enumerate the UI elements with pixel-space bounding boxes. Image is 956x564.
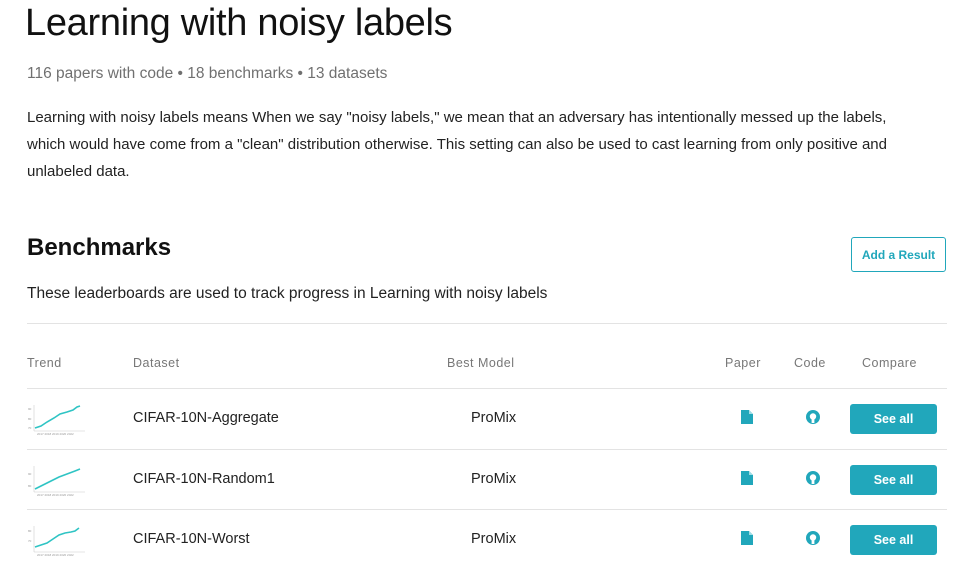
paper-icon[interactable] (740, 470, 754, 486)
page-meta: 116 papers with code • 18 benchmarks • 1… (27, 65, 388, 82)
trend-sparkline[interactable]: 90 80 2017 2018 2019 2020 2022 (27, 463, 87, 497)
svg-text:80: 80 (28, 529, 32, 533)
svg-text:2017 2018 2019 2020 2022: 2017 2018 2019 2020 2022 (37, 432, 74, 436)
github-icon[interactable] (805, 409, 821, 425)
trend-sparkline[interactable]: 90 80 70 2017 2018 2019 2020 2022 (27, 402, 87, 436)
svg-text:2017 2018 2019 2020 2022: 2017 2018 2019 2020 2022 (37, 493, 74, 497)
dataset-name[interactable]: CIFAR-10N-Random1 (133, 471, 275, 487)
svg-text:90: 90 (28, 407, 32, 411)
column-header-trend: Trend (27, 356, 62, 370)
svg-text:2017 2018 2019 2020 2022: 2017 2018 2019 2020 2022 (37, 553, 74, 557)
svg-text:90: 90 (28, 472, 32, 476)
column-header-paper: Paper (725, 356, 761, 370)
benchmarks-subtitle: These leaderboards are used to track pro… (27, 285, 548, 302)
github-icon[interactable] (805, 470, 821, 486)
add-result-button[interactable]: Add a Result (851, 237, 946, 272)
column-header-compare: Compare (862, 356, 917, 370)
best-model[interactable]: ProMix (471, 471, 516, 487)
table-row[interactable]: 80 70 2017 2018 2019 2020 2022 CIFAR-10N… (27, 510, 947, 564)
dataset-name[interactable]: CIFAR-10N-Aggregate (133, 410, 279, 426)
paper-icon[interactable] (740, 530, 754, 546)
svg-text:70: 70 (28, 426, 32, 430)
table-row[interactable]: 90 80 70 2017 2018 2019 2020 2022 CIFAR-… (27, 389, 947, 449)
see-all-button[interactable]: See all (850, 404, 937, 434)
trend-sparkline[interactable]: 80 70 2017 2018 2019 2020 2022 (27, 523, 87, 557)
see-all-button[interactable]: See all (850, 525, 937, 555)
task-description: Learning with noisy labels means When we… (27, 109, 887, 180)
dataset-name[interactable]: CIFAR-10N-Worst (133, 531, 250, 547)
best-model[interactable]: ProMix (471, 410, 516, 426)
divider (27, 323, 947, 324)
see-all-button[interactable]: See all (850, 465, 937, 495)
column-header-best-model: Best Model (447, 356, 515, 370)
column-header-dataset: Dataset (133, 356, 180, 370)
benchmarks-title: Benchmarks (27, 234, 172, 261)
svg-text:80: 80 (28, 417, 32, 421)
github-icon[interactable] (805, 530, 821, 546)
svg-text:70: 70 (28, 539, 32, 543)
svg-text:80: 80 (28, 484, 32, 488)
paper-icon[interactable] (740, 409, 754, 425)
best-model[interactable]: ProMix (471, 531, 516, 547)
column-header-code: Code (794, 356, 826, 370)
page-title: Learning with noisy labels (25, 2, 453, 44)
table-row[interactable]: 90 80 2017 2018 2019 2020 2022 CIFAR-10N… (27, 450, 947, 510)
